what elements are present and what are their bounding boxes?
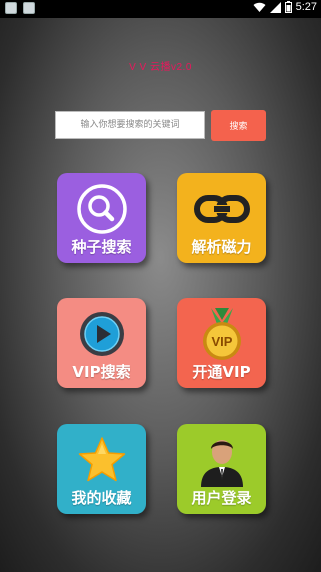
tile-label: 种子搜索: [71, 238, 132, 256]
user-login-tile[interactable]: 用户登录: [177, 424, 266, 514]
vip-medal-icon: VIP: [202, 308, 241, 360]
open-vip-tile[interactable]: VIP 开通VIP: [177, 298, 266, 388]
star-icon: [78, 437, 125, 482]
tile-label: 开通VIP: [192, 363, 251, 381]
magnifier-icon: [76, 184, 127, 234]
vip-search-tile[interactable]: VIP搜索: [57, 298, 146, 388]
notification-icons: [5, 2, 35, 14]
app-notification-icon: [5, 2, 17, 14]
seed-search-tile[interactable]: 种子搜索: [57, 173, 146, 263]
search-button[interactable]: 搜索: [211, 110, 266, 141]
tile-label: 解析磁力: [191, 238, 252, 256]
app-title: V V 云播v2.0: [129, 62, 192, 73]
user-avatar-icon: [200, 440, 243, 487]
tile-label: 我的收藏: [71, 489, 132, 507]
system-icons: 5:27: [253, 1, 317, 13]
chain-link-icon: [193, 195, 250, 223]
tile-label: 用户登录: [191, 489, 252, 507]
search-input[interactable]: [55, 111, 205, 139]
favorites-tile[interactable]: 我的收藏: [57, 424, 146, 514]
clock: 5:27: [295, 1, 317, 13]
battery-icon: [284, 1, 292, 13]
parse-magnet-tile[interactable]: 解析磁力: [177, 173, 266, 263]
status-bar: 5:27: [0, 0, 321, 18]
app-notification-icon: [23, 2, 35, 14]
signal-icon: [269, 1, 281, 13]
wifi-icon: [253, 2, 266, 12]
play-button-icon: [79, 312, 124, 356]
tile-label: VIP搜索: [72, 363, 131, 381]
vip-medal-text: VIP: [211, 334, 232, 349]
